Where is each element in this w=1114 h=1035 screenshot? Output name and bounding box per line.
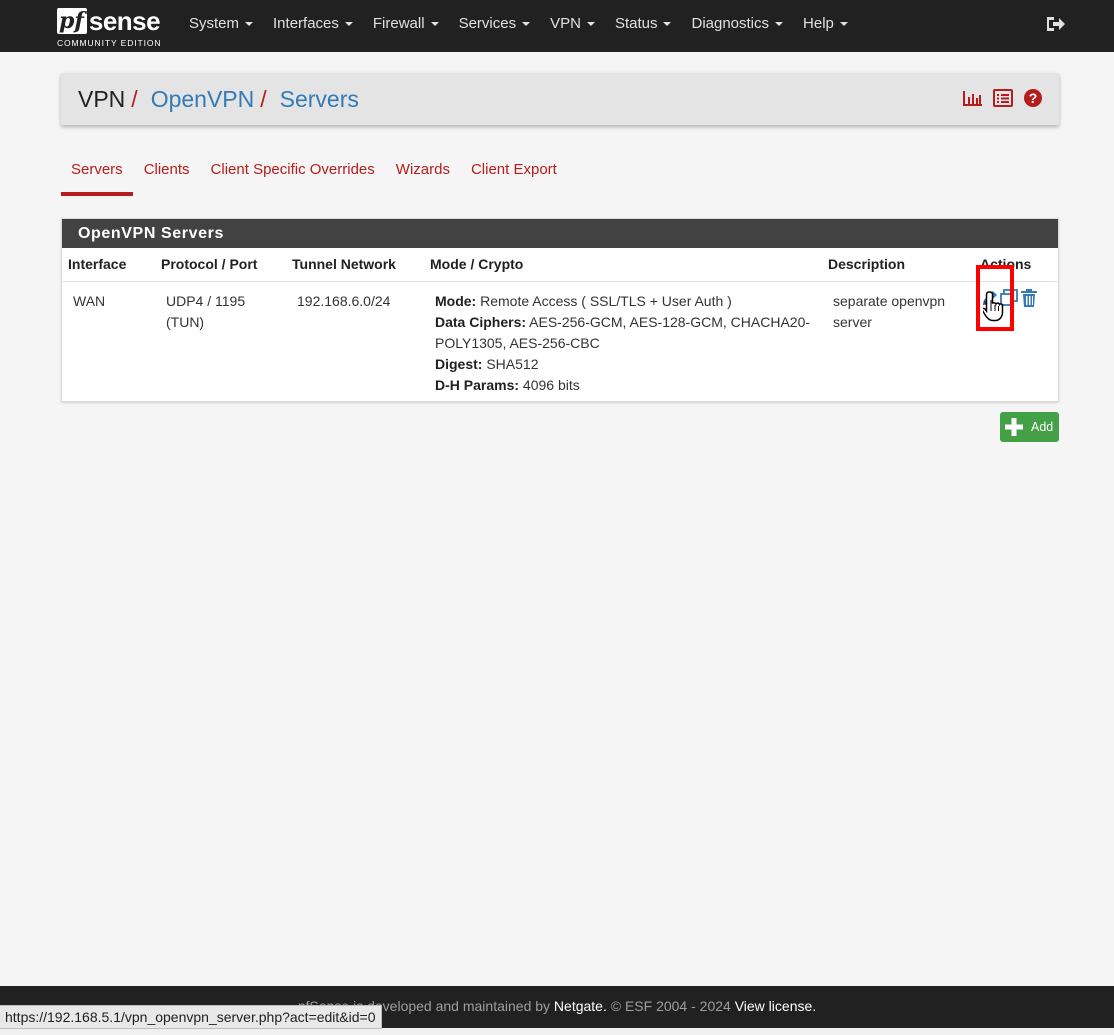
add-button[interactable]: Add [1000,412,1059,442]
cell-tunnel-network: 192.168.6.0/24 [297,292,391,309]
cell-interface: WAN [73,292,106,309]
protocol-port-text: UDP4 / 1195 [166,292,246,309]
tab-bar: Servers Clients Client Specific Override… [61,150,568,196]
breadcrumb-separator: / [131,85,138,112]
col-tunnel-network: Tunnel Network [286,248,424,282]
cell-actions [974,281,1058,396]
breadcrumb-icons: ? [963,87,1043,109]
copy-icon[interactable] [999,288,1019,314]
panel-title: OpenVPN Servers [62,219,1058,248]
main-menu: System Interfaces Firewall Services VPN … [179,0,858,52]
col-mode-crypto: Mode / Crypto [424,248,822,282]
table-row: WAN UDP4 / 1195 (TUN) 192.168.6.0/24 Mod… [62,281,1058,396]
logo-pf: pf [57,8,87,34]
digest-value: SHA512 [486,355,539,372]
mode-value: Remote Access ( SSL/TLS + User Auth ) [480,292,732,309]
svg-text:?: ? [1029,90,1038,106]
cell-protocol-port: UDP4 / 1195 (TUN) [155,281,286,396]
col-description: Description [822,248,974,282]
tab-servers[interactable]: Servers [61,150,133,196]
view-license-link[interactable]: View license. [735,998,816,1014]
breadcrumb-separator: / [260,85,267,112]
tab-client-specific-overrides[interactable]: Client Specific Overrides [201,150,385,196]
cell-description: separate openvpn server [833,292,946,330]
list-icon[interactable] [993,87,1013,109]
caret-down-icon [839,22,848,27]
dh-label: D-H Params: [435,376,520,393]
menu-status[interactable]: Status [605,0,682,52]
caret-down-icon [344,22,353,27]
menu-status-label: Status [614,15,658,32]
digest-label: Digest: [435,355,483,372]
logo-wordmark: pf sense [57,5,161,37]
menu-firewall[interactable]: Firewall [363,0,449,52]
menu-help[interactable]: Help [793,0,858,52]
protocol-mode-text: (TUN) [166,313,205,330]
menu-vpn[interactable]: VPN [540,0,605,52]
top-navbar: pf sense COMMUNITY EDITION System Interf… [0,0,1114,52]
col-interface: Interface [62,248,155,282]
logo-edition: COMMUNITY EDITION [57,38,162,48]
help-icon[interactable]: ? [1023,87,1043,109]
servers-table: Interface Protocol / Port Tunnel Network… [62,248,1058,396]
menu-system[interactable]: System [179,0,263,52]
footer-copyright: © ESF 2004 - 2024 [606,998,735,1014]
menu-vpn-label: VPN [550,15,581,32]
bottom-strip [0,1028,1114,1035]
col-actions: Actions [974,248,1058,282]
tab-client-export[interactable]: Client Export [461,150,567,196]
logo-sense: sense [88,6,161,36]
cell-mode-crypto: Mode: Remote Access ( SSL/TLS + User Aut… [424,281,822,396]
col-protocol-port: Protocol / Port [155,248,286,282]
menu-services-label: Services [458,15,517,32]
add-button-label: Add [1031,420,1054,434]
caret-down-icon [586,22,595,27]
plus-icon [1005,418,1023,436]
mode-label: Mode: [435,292,477,309]
tab-wizards[interactable]: Wizards [386,150,460,196]
breadcrumb: VPN / OpenVPN / Servers [78,73,359,125]
dh-value: 4096 bits [522,376,580,393]
menu-firewall-label: Firewall [372,15,425,32]
netgate-link[interactable]: Netgate. [554,998,607,1014]
caret-down-icon [522,22,531,27]
pfsense-logo[interactable]: pf sense COMMUNITY EDITION [57,5,172,48]
menu-interfaces-label: Interfaces [273,15,339,32]
chart-icon[interactable] [963,87,983,109]
edit-icon[interactable] [980,288,1000,314]
tab-clients[interactable]: Clients [134,150,200,196]
trash-icon[interactable] [1020,288,1038,314]
breadcrumb-openvpn[interactable]: OpenVPN [151,86,255,113]
menu-interfaces[interactable]: Interfaces [263,0,363,52]
breadcrumb-servers[interactable]: Servers [280,86,359,113]
sign-out-icon[interactable] [1044,13,1066,35]
caret-down-icon [663,22,672,27]
caret-down-icon [430,22,439,27]
menu-diagnostics-label: Diagnostics [691,15,770,32]
breadcrumb-panel: VPN / OpenVPN / Servers ? [61,73,1059,125]
status-bar-url: https://192.168.5.1/vpn_openvpn_server.p… [0,1005,382,1029]
menu-diagnostics[interactable]: Diagnostics [681,0,793,52]
caret-down-icon [245,22,254,27]
openvpn-servers-panel: OpenVPN Servers Interface Protocol / Por… [61,218,1059,402]
menu-help-label: Help [803,15,834,32]
menu-system-label: System [189,15,240,32]
caret-down-icon [775,22,784,27]
menu-services[interactable]: Services [449,0,541,52]
ciphers-label: Data Ciphers: [435,313,527,330]
table-header-row: Interface Protocol / Port Tunnel Network… [62,248,1058,282]
breadcrumb-vpn: VPN [78,85,126,112]
